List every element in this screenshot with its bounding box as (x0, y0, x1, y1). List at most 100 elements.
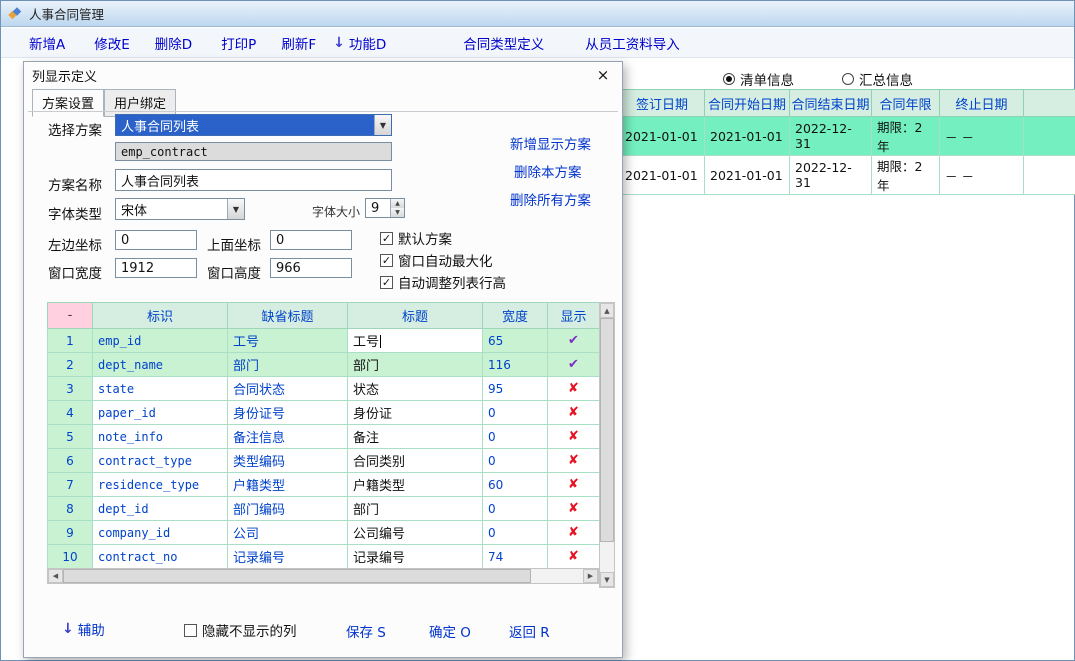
cell-width[interactable]: 0 (483, 425, 548, 449)
scroll-up-icon[interactable]: ▲ (600, 303, 614, 318)
grid-horizontal-scrollbar[interactable]: ◀ ▶ (47, 568, 599, 584)
radio-summary-info[interactable]: 汇总信息 (842, 69, 913, 89)
cell-default-title[interactable]: 记录编号 (228, 545, 348, 569)
cell-visible-mark[interactable]: ✘ (548, 449, 600, 473)
cell-default-title[interactable]: 类型编码 (228, 449, 348, 473)
auto-row-height-checkbox[interactable]: ✓ 自动调整列表行高 (380, 272, 506, 292)
cell-row-number[interactable]: 5 (48, 425, 93, 449)
scroll-right-icon[interactable]: ▶ (583, 569, 598, 583)
cell-visible-mark[interactable]: ✘ (548, 497, 600, 521)
cell-row-number[interactable]: 3 (48, 377, 93, 401)
close-icon[interactable]: × (592, 66, 614, 84)
cell-identifier[interactable]: state (93, 377, 228, 401)
cell-start-date[interactable]: 2021-01-01 (705, 117, 790, 156)
cell-contract-term[interactable]: 期限：2年 (872, 156, 940, 195)
cell-contract-term[interactable]: 期限：2年 (872, 117, 940, 156)
contract-row[interactable]: 2021-01-01 2021-01-01 2022-12-31 期限：2年 －… (620, 156, 1075, 195)
cell-title[interactable]: 部门 (348, 353, 483, 377)
grid-row[interactable]: 5 note_info 备注信息 备注 0 ✘ (48, 425, 600, 449)
hide-hidden-columns-checkbox[interactable]: 隐藏不显示的列 (184, 620, 297, 640)
cell-identifier[interactable]: company_id (93, 521, 228, 545)
toolbar-print-button[interactable]: 打印P (221, 33, 256, 53)
auto-maximize-checkbox[interactable]: ✓ 窗口自动最大化 (380, 250, 493, 270)
cell-width[interactable]: 74 (483, 545, 548, 569)
save-button[interactable]: 保存 S (346, 621, 386, 641)
cell-end-date[interactable]: 2022-12-31 (790, 117, 872, 156)
radio-list-info[interactable]: 清单信息 (723, 69, 794, 89)
delete-all-schemes-link[interactable]: 删除所有方案 (510, 189, 591, 209)
toolbar-delete-button[interactable]: 删除D (155, 33, 192, 53)
grid-row[interactable]: 9 company_id 公司 公司编号 0 ✘ (48, 521, 600, 545)
cell-width[interactable]: 0 (483, 521, 548, 545)
contract-row[interactable]: 2021-01-01 2021-01-01 2022-12-31 期限：2年 －… (620, 117, 1075, 156)
cell-identifier[interactable]: note_info (93, 425, 228, 449)
chevron-down-icon[interactable]: ▼ (227, 199, 244, 219)
grid-row[interactable]: 3 state 合同状态 状态 95 ✘ (48, 377, 600, 401)
toolbar-refresh-button[interactable]: 刷新F (281, 33, 316, 53)
ok-button[interactable]: 确定 O (429, 621, 471, 641)
cell-visible-mark[interactable]: ✘ (548, 401, 600, 425)
cell-title[interactable]: 工号 (348, 329, 483, 353)
cell-terminate-date[interactable]: － － (940, 117, 1024, 156)
cell-identifier[interactable]: dept_id (93, 497, 228, 521)
cell-title[interactable]: 部门 (348, 497, 483, 521)
assist-button[interactable]: ↓ 辅助 (62, 619, 105, 639)
cell-width[interactable]: 0 (483, 497, 548, 521)
cell-title[interactable]: 户籍类型 (348, 473, 483, 497)
scrollbar-thumb[interactable] (600, 318, 614, 542)
cell-identifier[interactable]: contract_type (93, 449, 228, 473)
cell-title[interactable]: 状态 (348, 377, 483, 401)
cell-width[interactable]: 0 (483, 401, 548, 425)
back-button[interactable]: 返回 R (509, 621, 550, 641)
cell-visible-mark[interactable]: ✘ (548, 377, 600, 401)
cell-title[interactable]: 公司编号 (348, 521, 483, 545)
scheme-combobox[interactable]: 人事合同列表 ▼ (115, 114, 392, 136)
cell-visible-mark[interactable]: ✘ (548, 425, 600, 449)
scrollbar-track[interactable] (600, 318, 614, 572)
cell-terminate-date[interactable]: － － (940, 156, 1024, 195)
grid-row[interactable]: 7 residence_type 户籍类型 户籍类型 60 ✘ (48, 473, 600, 497)
delete-this-scheme-link[interactable]: 删除本方案 (514, 161, 582, 181)
grid-row[interactable]: 2 dept_name 部门 部门 116 ✔ (48, 353, 600, 377)
cell-default-title[interactable]: 公司 (228, 521, 348, 545)
grid-row[interactable]: 6 contract_type 类型编码 合同类别 0 ✘ (48, 449, 600, 473)
grid-row[interactable]: 1 emp_id 工号 工号 65 ✔ (48, 329, 600, 353)
cell-default-title[interactable]: 户籍类型 (228, 473, 348, 497)
scrollbar-track[interactable] (63, 569, 583, 583)
scheme-name-input[interactable]: 人事合同列表 (115, 169, 392, 191)
cell-row-number[interactable]: 10 (48, 545, 93, 569)
cell-default-title[interactable]: 身份证号 (228, 401, 348, 425)
spin-up-icon[interactable]: ▲ (391, 199, 404, 208)
cell-width[interactable]: 116 (483, 353, 548, 377)
toolbar-add-button[interactable]: 新增A (29, 33, 65, 53)
cell-row-number[interactable]: 4 (48, 401, 93, 425)
scroll-down-icon[interactable]: ▼ (600, 572, 614, 587)
cell-width[interactable]: 65 (483, 329, 548, 353)
cell-default-title[interactable]: 部门编码 (228, 497, 348, 521)
cell-identifier[interactable]: emp_id (93, 329, 228, 353)
cell-visible-mark[interactable]: ✔ (548, 329, 600, 353)
grid-vertical-scrollbar[interactable]: ▲ ▼ (599, 302, 615, 588)
default-scheme-checkbox[interactable]: ✓ 默认方案 (380, 228, 452, 248)
cell-identifier[interactable]: dept_name (93, 353, 228, 377)
cell-sign-date[interactable]: 2021-01-01 (620, 117, 705, 156)
font-type-combobox[interactable]: 宋体 ▼ (115, 198, 245, 220)
window-height-input[interactable]: 966 (270, 258, 352, 278)
cell-identifier[interactable]: paper_id (93, 401, 228, 425)
cell-default-title[interactable]: 部门 (228, 353, 348, 377)
cell-title[interactable]: 记录编号 (348, 545, 483, 569)
cell-title[interactable]: 身份证 (348, 401, 483, 425)
cell-start-date[interactable]: 2021-01-01 (705, 156, 790, 195)
cell-row-number[interactable]: 9 (48, 521, 93, 545)
cell-default-title[interactable]: 工号 (228, 329, 348, 353)
font-size-spinner[interactable]: 9 ▲ ▼ (365, 198, 405, 218)
grid-row[interactable]: 8 dept_id 部门编码 部门 0 ✘ (48, 497, 600, 521)
top-coord-input[interactable]: 0 (270, 230, 352, 250)
cell-visible-mark[interactable]: ✘ (548, 521, 600, 545)
cell-row-number[interactable]: 6 (48, 449, 93, 473)
spin-down-icon[interactable]: ▼ (391, 208, 404, 217)
cell-visible-mark[interactable]: ✔ (548, 353, 600, 377)
cell-default-title[interactable]: 合同状态 (228, 377, 348, 401)
cell-row-number[interactable]: 1 (48, 329, 93, 353)
grid-row[interactable]: 10 contract_no 记录编号 记录编号 74 ✘ (48, 545, 600, 569)
